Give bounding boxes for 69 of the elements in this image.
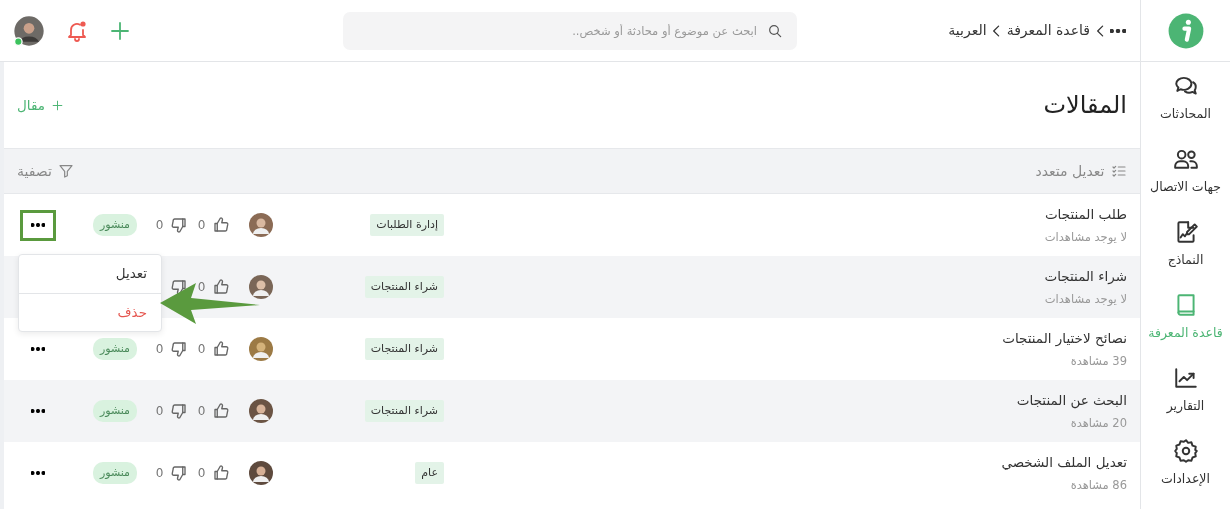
- status-badge: منشور: [93, 399, 137, 423]
- article-title[interactable]: طلب المنتجات: [460, 204, 1127, 225]
- article-title[interactable]: نصائح لاختيار المنتجات: [460, 328, 1127, 349]
- more-icon: [31, 409, 45, 413]
- view-count: لا يوجد مشاهدات: [1043, 290, 1127, 308]
- thumbs-down-icon[interactable]: [170, 216, 188, 234]
- status-badge: منشور: [93, 213, 137, 237]
- breadcrumb-link[interactable]: قاعدة المعرفة: [1006, 20, 1090, 41]
- status-badge: منشور: [93, 461, 137, 485]
- category-tag: شراء المنتجات: [364, 275, 444, 299]
- more-icon: [31, 471, 45, 475]
- category-tag: عام: [415, 461, 444, 485]
- dislike-count: 0: [155, 217, 164, 234]
- sidebar-item[interactable]: المحادثات: [1141, 62, 1230, 135]
- dislike-count: 0: [155, 403, 164, 420]
- category-tag: شراء المنتجات: [364, 399, 444, 423]
- view-count: 86 مشاهدة: [1069, 476, 1127, 494]
- thumbs-up-icon[interactable]: [212, 340, 230, 358]
- more-icon: [31, 347, 45, 351]
- settings-icon: [1172, 437, 1199, 464]
- article-title[interactable]: تعديل الملف الشخصي: [460, 452, 1127, 473]
- article-title[interactable]: البحث عن المنتجات: [460, 390, 1127, 411]
- search-icon: [767, 22, 783, 39]
- author-avatar: [249, 213, 273, 237]
- author-avatar: [249, 275, 273, 299]
- author-avatar: [249, 461, 273, 485]
- article-title[interactable]: شراء المنتجات: [460, 266, 1127, 287]
- more-icon: [31, 223, 45, 227]
- author-avatar: [249, 337, 273, 361]
- thumbs-up-icon[interactable]: [212, 216, 230, 234]
- chevron-icon: [993, 24, 1001, 37]
- view-count: 39 مشاهدة: [1069, 352, 1127, 370]
- thumbs-down-icon[interactable]: [170, 340, 188, 358]
- view-count: 20 مشاهدة: [1069, 414, 1127, 432]
- thumbs-down-icon[interactable]: [170, 278, 188, 296]
- like-count: 0: [197, 341, 206, 358]
- sidebar-item[interactable]: جهات الاتصال: [1141, 135, 1230, 208]
- filter-icon: [58, 163, 75, 179]
- thumbs-up-icon[interactable]: [212, 402, 230, 420]
- status-badge: منشور: [93, 337, 137, 361]
- menu-item[interactable]: حذف: [19, 292, 161, 331]
- view-count: لا يوجد مشاهدات: [1043, 228, 1127, 246]
- category-tag: إدارة الطلبات: [370, 213, 444, 237]
- sidebar-item[interactable]: الإعدادات: [1141, 427, 1230, 500]
- search-field[interactable]: ابحث عن موضوع أو محادثة أو شخص..: [343, 11, 797, 50]
- user-avatar[interactable]: [13, 14, 45, 47]
- checklist-icon: [1111, 163, 1127, 179]
- thumbs-up-icon[interactable]: [212, 464, 230, 482]
- like-count: 0: [197, 465, 206, 482]
- like-count: 0: [197, 403, 206, 420]
- page-title: المقالات: [1043, 90, 1127, 120]
- author-avatar: [249, 399, 273, 423]
- menu-item[interactable]: تعديل: [19, 254, 161, 293]
- breadcrumb-link[interactable]: العربية: [948, 20, 987, 41]
- thumbs-down-icon[interactable]: [170, 402, 188, 420]
- plus-icon: [51, 98, 65, 112]
- category-tag: شراء المنتجات: [364, 337, 444, 361]
- dislike-count: 0: [155, 341, 164, 358]
- thumbs-up-icon[interactable]: [212, 278, 230, 296]
- chevron-icon: [1096, 24, 1104, 37]
- like-count: 0: [197, 279, 206, 296]
- like-count: 0: [197, 217, 206, 234]
- thumbs-down-icon[interactable]: [170, 464, 188, 482]
- sidebar-item[interactable]: التقارير: [1141, 354, 1230, 427]
- dislike-count: 0: [155, 465, 164, 482]
- more-button[interactable]: [20, 209, 56, 241]
- logo-icon[interactable]: [1166, 11, 1205, 50]
- sidebar-item[interactable]: النماذج: [1141, 208, 1230, 281]
- more-icon[interactable]: [1110, 28, 1126, 33]
